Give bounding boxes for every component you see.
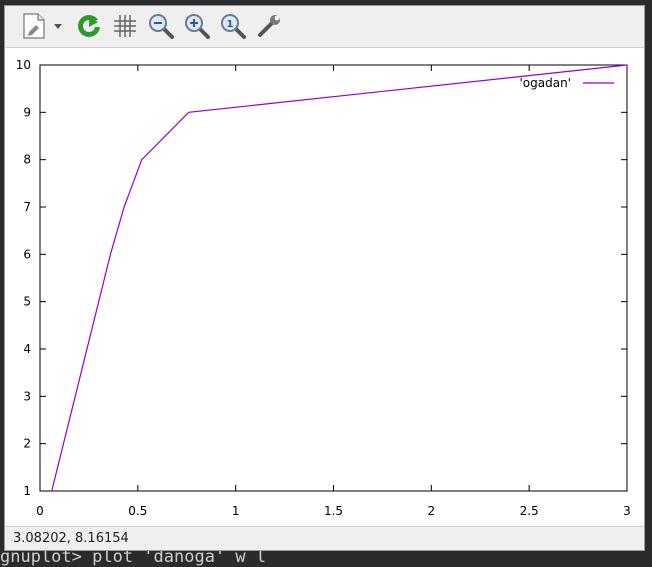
y-tick-label: 2 xyxy=(23,437,31,451)
y-tick-label: 10 xyxy=(16,58,31,72)
y-tick-label: 9 xyxy=(23,105,31,119)
plot-area[interactable]: 0 0.5 1 1.5 2 2.5 3 1 2 3 4 5 6 7 8 9 10 'ogadan' xyxy=(5,48,644,528)
toolbar: 1 xyxy=(5,6,644,48)
export-icon[interactable] xyxy=(19,11,49,41)
y-tick-label: 6 xyxy=(23,247,31,261)
x-tick-label: 0.5 xyxy=(128,504,147,518)
series-line xyxy=(51,64,628,492)
x-tick-label: 1.5 xyxy=(324,504,343,518)
svg-text:1: 1 xyxy=(227,19,234,30)
x-tick-label: 2.5 xyxy=(520,504,539,518)
grid-icon[interactable] xyxy=(110,11,140,41)
x-tick-label: 3 xyxy=(623,504,631,518)
zoom-in-icon[interactable] xyxy=(182,11,212,41)
y-tick-label: 7 xyxy=(23,200,31,214)
line-chart: 0 0.5 1 1.5 2 2.5 3 1 2 3 4 5 6 7 8 9 10 'ogadan' xyxy=(16,58,631,518)
zoom-reset-icon[interactable]: 1 xyxy=(218,11,248,41)
legend-label: 'ogadan' xyxy=(520,76,572,90)
y-tick-label: 4 xyxy=(23,342,31,356)
dropdown-arrow-icon[interactable] xyxy=(51,11,65,41)
x-tick-label: 0 xyxy=(36,504,44,518)
mouse-coordinates: 3.08202, 8.16154 xyxy=(13,531,129,546)
plot-frame xyxy=(39,64,628,492)
y-tick-label: 3 xyxy=(23,389,31,403)
y-tick-label: 5 xyxy=(23,295,31,309)
y-tick-label: 1 xyxy=(23,484,31,498)
replot-icon[interactable] xyxy=(74,11,104,41)
gnuplot-window: 1 0 0.5 1 1.5 2 2.5 3 1 2 3 4 5 6 7 8 9 10 'ogadan' 3.08… xyxy=(4,5,645,551)
x-tick-label: 2 xyxy=(428,504,436,518)
zoom-out-icon[interactable] xyxy=(146,11,176,41)
x-tick-label: 1 xyxy=(232,504,240,518)
status-bar: 3.08202, 8.16154 xyxy=(5,526,644,550)
y-tick-label: 8 xyxy=(23,153,31,167)
settings-icon[interactable] xyxy=(254,11,284,41)
